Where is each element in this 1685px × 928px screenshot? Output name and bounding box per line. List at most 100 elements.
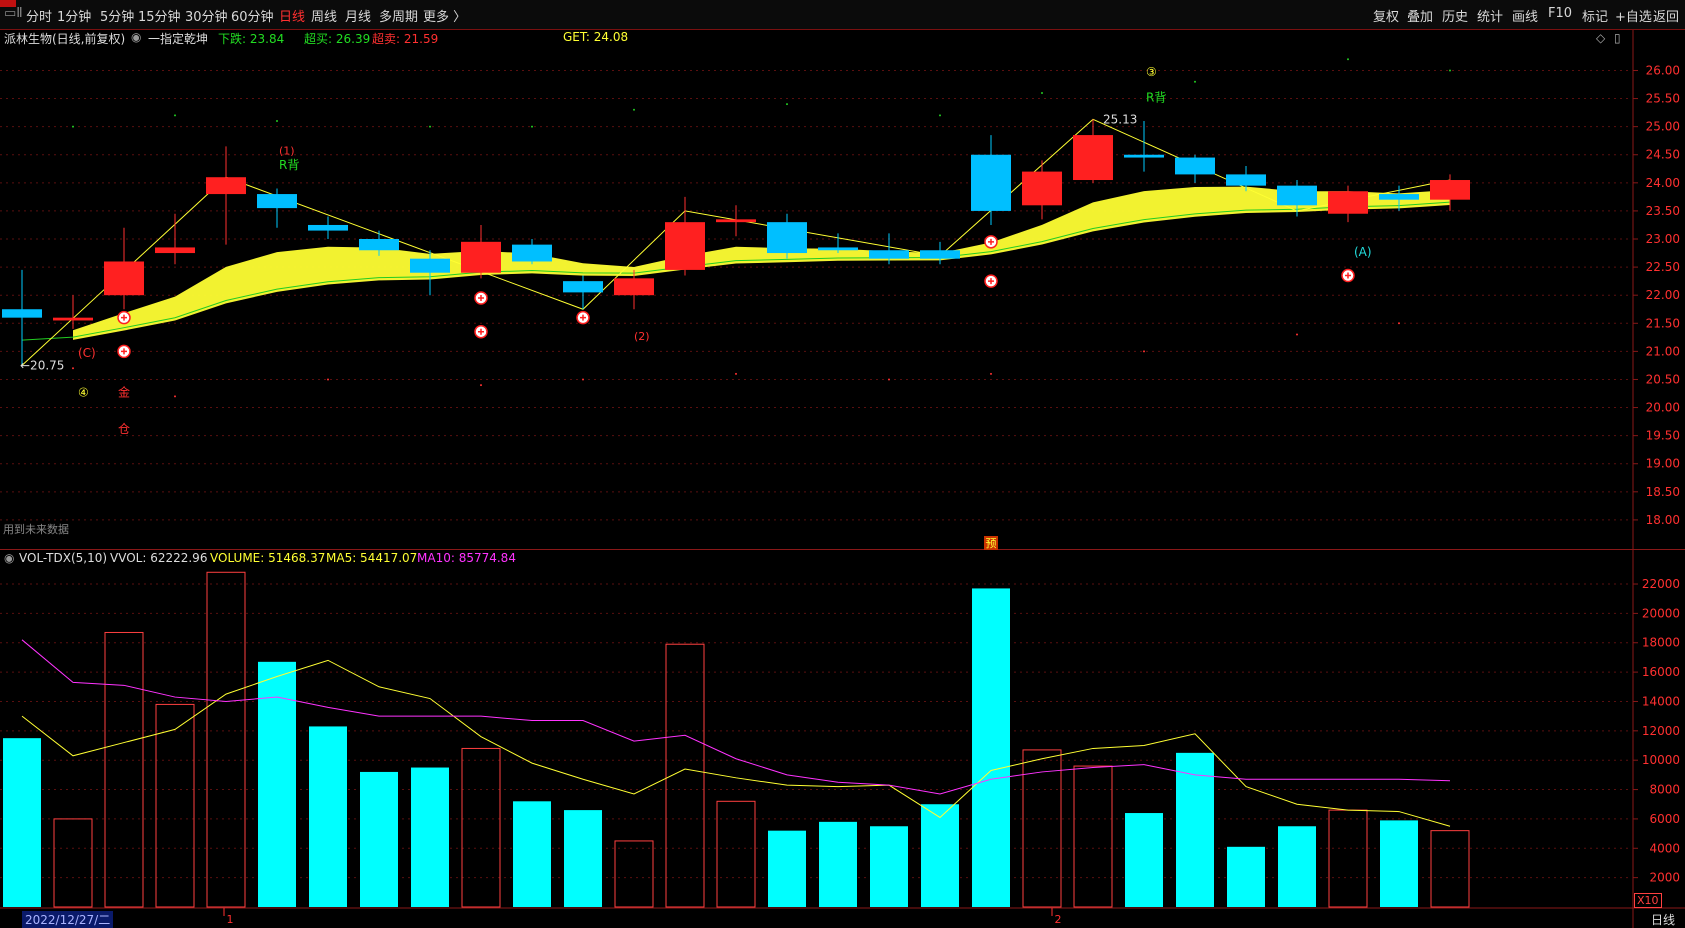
volume-bar-down: [360, 771, 398, 907]
volume-bar-down: [1380, 820, 1418, 907]
price-tick-label: 22.00: [1646, 288, 1680, 302]
price-tick-label: 18.00: [1646, 513, 1680, 527]
volume-tick-label: 2000: [1649, 871, 1680, 885]
signal-dot-green: [531, 125, 533, 128]
volume-bar-down: [309, 726, 347, 907]
volume-bar-down: [1125, 813, 1163, 907]
price-tick-label: 25.50: [1646, 92, 1680, 106]
month-marker: 1: [227, 913, 234, 926]
wave-mark-1: (1): [279, 145, 295, 158]
candle-body: [1277, 185, 1317, 206]
candle-body: [716, 219, 756, 223]
volume-tick-label: 20000: [1642, 606, 1680, 620]
candle-body: [563, 281, 603, 293]
candle-body: [461, 241, 501, 273]
cang-label: 仓: [118, 422, 130, 436]
volume-tick-label: 10000: [1642, 753, 1680, 767]
volume-bar-up: [1073, 765, 1113, 908]
kline-chart[interactable]: 18.00 18.50 19.00 19.50 20.00 20.50 21.00 21.50…: [0, 0, 1685, 928]
candle-body: [410, 258, 450, 273]
price-tick-label: 19.50: [1646, 429, 1680, 443]
volume-tick-label: 8000: [1649, 783, 1680, 797]
volume-bar-up: [1430, 830, 1470, 908]
candle-body: [1379, 194, 1419, 200]
signal-dot-red: [327, 378, 329, 381]
volume-bar-down: [921, 804, 959, 907]
price-tick-label: 25.00: [1646, 120, 1680, 134]
period-label: 日线: [1650, 913, 1675, 927]
signal-dot-red: [72, 367, 74, 370]
signal-dot-red: [1143, 350, 1145, 353]
volume-bar-up: [206, 571, 246, 908]
zigzag-line: [21, 118, 1451, 366]
signal-dot-green: [633, 108, 635, 111]
high-price-label: 25.13: [1103, 112, 1137, 126]
price-tick-label: 24.50: [1646, 148, 1680, 162]
candle-body: [155, 247, 195, 254]
candle-body: [359, 239, 399, 251]
signal-dot-red: [1398, 322, 1400, 325]
signal-dot-red: [888, 378, 890, 381]
wave-mark-c: (C): [78, 346, 96, 360]
low-price-label: ←20.75: [20, 358, 64, 372]
zoom-label[interactable]: X10: [1634, 893, 1662, 908]
signal-dot-green: [939, 114, 941, 117]
candle-body: [257, 194, 297, 209]
candle-body: [104, 261, 144, 296]
volume-bar-up: [461, 747, 501, 908]
price-tick-label: 22.50: [1646, 260, 1680, 274]
signal-dot-green: [1041, 91, 1043, 94]
volume-tick-label: 16000: [1642, 665, 1680, 679]
volume-bar-up: [53, 818, 93, 908]
price-tick-label: 20.00: [1646, 401, 1680, 415]
candle-body: [1430, 180, 1470, 200]
trend-band: [73, 186, 1450, 340]
candle-body: [53, 317, 93, 321]
candle-body: [767, 222, 807, 254]
price-tick-label: 26.00: [1646, 63, 1680, 77]
wave-mark-3: ③: [1146, 65, 1157, 79]
volume-bar-down: [870, 826, 908, 907]
candle-body: [1175, 157, 1215, 175]
wave-mark-2: (2): [634, 330, 650, 343]
signal-dot-red: [582, 378, 584, 381]
volume-bar-down: [972, 588, 1010, 907]
signal-dot-green: [276, 120, 278, 123]
signal-dot-red: [735, 372, 737, 375]
price-tick-label: 19.00: [1646, 457, 1680, 471]
price-tick-label: 24.00: [1646, 176, 1680, 190]
r-back-label-1: R背: [279, 158, 299, 172]
signal-dot-green: [429, 125, 431, 128]
cursor-date: 2022/12/27/二: [22, 911, 114, 928]
volume-bar-down: [3, 738, 41, 907]
signal-dot-red: [174, 395, 176, 398]
signal-dot-green: [174, 114, 176, 117]
signal-dot-green: [1347, 58, 1349, 61]
volume-bar-down: [564, 810, 602, 907]
month-marker: 2: [1055, 913, 1062, 926]
volume-tick-label: 18000: [1642, 636, 1680, 650]
volume-bar-up: [1328, 809, 1368, 908]
price-tick-label: 23.00: [1646, 232, 1680, 246]
volume-tick-label: 6000: [1649, 812, 1680, 826]
volume-bar-up: [716, 800, 756, 908]
volume-bar-down: [513, 801, 551, 907]
future-data-note: 用到未来数据: [3, 523, 69, 536]
wave-mark-4: ④: [78, 385, 89, 399]
pre-badge-label: 预: [986, 537, 997, 550]
volume-bar-up: [104, 631, 144, 908]
candle-body: [308, 224, 348, 231]
candle-body: [920, 250, 960, 259]
candle-body: [1226, 174, 1266, 186]
signal-dot-green: [72, 125, 74, 128]
volume-tick-label: 12000: [1642, 724, 1680, 738]
volume-bar-down: [768, 830, 806, 907]
price-tick-label: 20.50: [1646, 372, 1680, 386]
jin-label: 金: [118, 384, 130, 399]
candle-body: [1073, 135, 1113, 181]
volume-ma10-line: [21, 639, 1451, 795]
volume-bar-down: [1278, 826, 1316, 907]
volume-bar-up: [155, 703, 195, 908]
price-tick-label: 23.50: [1646, 204, 1680, 218]
signal-dot-green: [786, 103, 788, 106]
